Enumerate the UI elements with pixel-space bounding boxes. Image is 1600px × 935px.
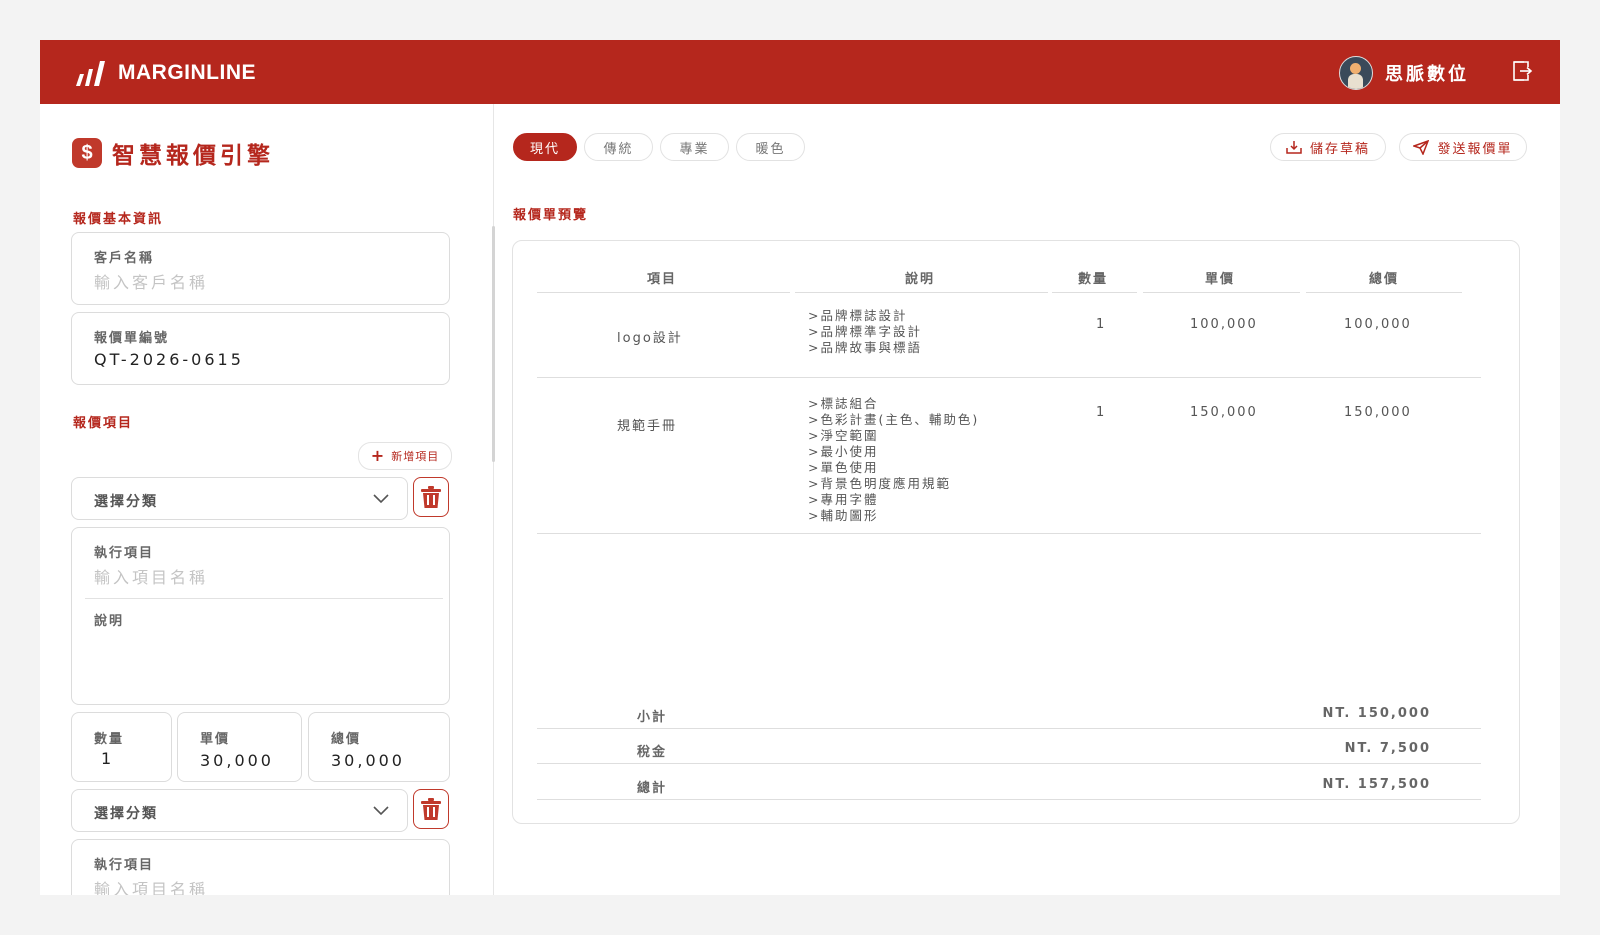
category-select[interactable]: 選擇分類 [71,477,408,520]
brand-name: MARGINLINE [118,61,256,84]
row-quantity: 1 [1096,317,1107,332]
save-draft-label: 儲存草稿 [1309,141,1370,157]
row-unit-price: 100,000 [1190,317,1258,332]
client-name-field[interactable]: 客戶名稱 輸入客戶名稱 [71,232,450,305]
delete-item-button[interactable] [413,477,449,517]
unit-price-field[interactable]: 單價 30,000 [177,712,302,782]
user-name: 思脈數位 [1385,64,1469,85]
row-quantity: 1 [1096,405,1107,420]
col-header-quantity: 數量 [1077,272,1108,287]
unit-price-label: 單價 [200,732,231,747]
col-header-unit-price: 單價 [1204,272,1235,287]
unit-price-input[interactable]: 30,000 [200,751,274,770]
row-item: logo設計 [617,331,683,346]
send-icon [1413,139,1430,155]
col-header-total: 總價 [1368,272,1399,287]
top-bar: MARGINLINE 思脈數位 [40,40,1560,104]
row-total: 100,000 [1344,317,1412,332]
quote-number-label: 報價單編號 [94,331,170,346]
client-name-label: 客戶名稱 [94,251,155,266]
category-select-value: 選擇分類 [94,494,158,510]
chevron-down-icon [373,806,389,816]
quote-form-panel: $ 智慧報價引擎 報價基本資訊 客戶名稱 輸入客戶名稱 報價單編號 QT-202… [40,104,494,895]
quote-preview: 項目 說明 數量 單價 總價 logo設計 >品牌標誌設計 >品牌標準字設計 >… [512,240,1520,824]
summary-divider [537,763,1481,764]
tab-professional[interactable]: 專業 [660,133,729,161]
row-divider [537,533,1481,534]
task-input[interactable]: 輸入項目名稱 [94,876,208,895]
quantity-field[interactable]: 數量 1 [71,712,172,782]
task-input[interactable]: 輸入項目名稱 [94,564,208,588]
tax-label: 稅金 [637,745,668,760]
description-label: 說明 [94,614,125,629]
row-divider [537,377,1481,378]
delete-item-button[interactable] [413,789,449,829]
trash-icon [421,486,441,508]
chevron-down-icon [373,494,389,504]
header-underline [1306,292,1462,293]
add-item-button[interactable]: + 新增項目 [358,442,452,470]
subtotal-label: 小計 [637,710,668,725]
quantity-input[interactable]: 1 [101,749,114,768]
add-item-label: 新增項目 [391,450,440,463]
summary-divider [537,728,1481,729]
category-select-value: 選擇分類 [94,806,158,822]
plus-icon: + [370,446,386,465]
category-select[interactable]: 選擇分類 [71,789,408,832]
scrollbar[interactable] [492,226,495,462]
quote-number-input[interactable]: QT-2026-0615 [94,350,244,369]
tab-traditional[interactable]: 傳統 [584,133,653,161]
client-name-input[interactable]: 輸入客戶名稱 [94,269,208,293]
template-tabs: 現代 傳統 專業 暖色 [513,133,805,161]
tax-value: NT. 7,500 [1344,741,1431,756]
row-description: >品牌標誌設計 >品牌標準字設計 >品牌故事與標語 [808,308,922,355]
row-item: 規範手冊 [617,419,678,434]
total-price-field: 總價 30,000 [308,712,450,782]
field-divider [85,598,443,599]
panel-divider [493,104,494,895]
col-header-description: 說明 [904,272,935,287]
item-detail-card: 執行項目 輸入項目名稱 說明 [71,527,450,705]
send-quote-label: 發送報價單 [1437,141,1513,157]
description-textarea[interactable] [84,628,439,698]
quote-number-field[interactable]: 報價單編號 QT-2026-0615 [71,312,450,385]
header-underline [1052,292,1137,293]
task-label: 執行項目 [94,858,155,873]
grand-total-value: NT. 157,500 [1322,777,1431,792]
download-icon [1286,141,1302,154]
quantity-label: 數量 [94,732,125,747]
header-underline [795,292,1048,293]
tab-modern[interactable]: 現代 [513,133,577,161]
tab-warm[interactable]: 暖色 [736,133,805,161]
row-total: 150,000 [1344,405,1412,420]
dollar-icon: $ [72,138,102,168]
app-window: MARGINLINE 思脈數位 $ 智慧報價引擎 報價基本資訊 客戶名稱 輸入客… [40,40,1560,895]
header-underline [537,292,790,293]
item-detail-card: 執行項目 輸入項目名稱 [71,839,450,895]
grand-total-label: 總計 [637,781,668,796]
logout-icon[interactable] [1511,60,1533,82]
header-underline [1143,292,1300,293]
col-header-item: 項目 [646,272,677,287]
trash-icon [421,798,441,820]
brand-logo[interactable]: MARGINLINE [74,58,256,88]
user-menu[interactable]: 思脈數位 [1339,56,1469,90]
summary-divider [537,799,1481,800]
basic-info-heading: 報價基本資訊 [73,212,164,227]
avatar [1339,56,1373,90]
total-price-value: 30,000 [331,751,405,770]
app-title-block: $ 智慧報價引擎 [72,136,274,170]
quote-items-heading: 報價項目 [73,416,134,431]
preview-heading: 報價單預覽 [513,208,589,223]
row-description: >標誌組合 >色彩計畫(主色、輔助色) >淨空範圍 >最小使用 >單色使用 >背… [808,396,980,523]
logo-mark-icon [76,61,105,86]
total-price-label: 總價 [331,732,362,747]
save-draft-button[interactable]: 儲存草稿 [1270,133,1386,161]
subtotal-value: NT. 150,000 [1322,706,1431,721]
task-label: 執行項目 [94,546,155,561]
app-title: 智慧報價引擎 [112,143,274,169]
row-unit-price: 150,000 [1190,405,1258,420]
send-quote-button[interactable]: 發送報價單 [1399,133,1527,161]
